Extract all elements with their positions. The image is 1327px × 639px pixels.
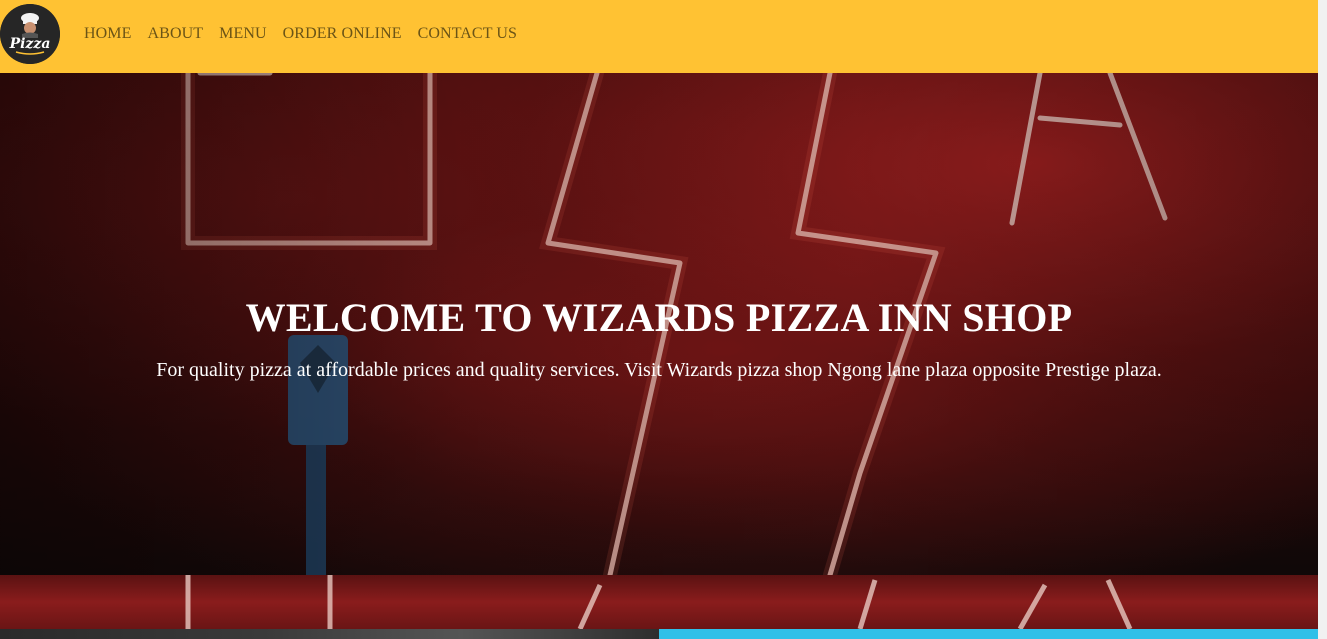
nav-about-link[interactable]: ABOUT <box>148 25 204 43</box>
neon-sign-strip-image <box>185 575 1133 629</box>
nav-menu-link[interactable]: MENU <box>219 25 267 43</box>
logo-lettering: Pizza <box>9 36 51 52</box>
hero-subtitle: For quality pizza at affordable prices a… <box>156 359 1162 381</box>
main-navigation: HOME ABOUT MENU ORDER ONLINE CONTACT US <box>84 0 533 68</box>
pizza-logo-icon[interactable]: Pizza <box>0 4 60 64</box>
nav-home-link[interactable]: HOME <box>84 25 132 43</box>
hero-title: WELCOME TO WIZARDS PIZZA INN SHOP <box>245 295 1073 340</box>
bottom-right-color-section <box>659 629 1318 639</box>
top-navbar: Pizza HOME ABOUT MENU ORDER ONLINE CONTA… <box>0 0 1318 73</box>
nav-contact-us-link[interactable]: CONTACT US <box>418 25 517 43</box>
scrollbar-gutter[interactable] <box>1318 0 1327 639</box>
hero-banner: WELCOME TO WIZARDS PIZZA INN SHOP For qu… <box>0 73 1318 575</box>
nav-order-online-link[interactable]: ORDER ONLINE <box>283 25 402 43</box>
bottom-left-image-section <box>0 629 659 639</box>
secondary-banner-strip <box>0 575 1318 629</box>
